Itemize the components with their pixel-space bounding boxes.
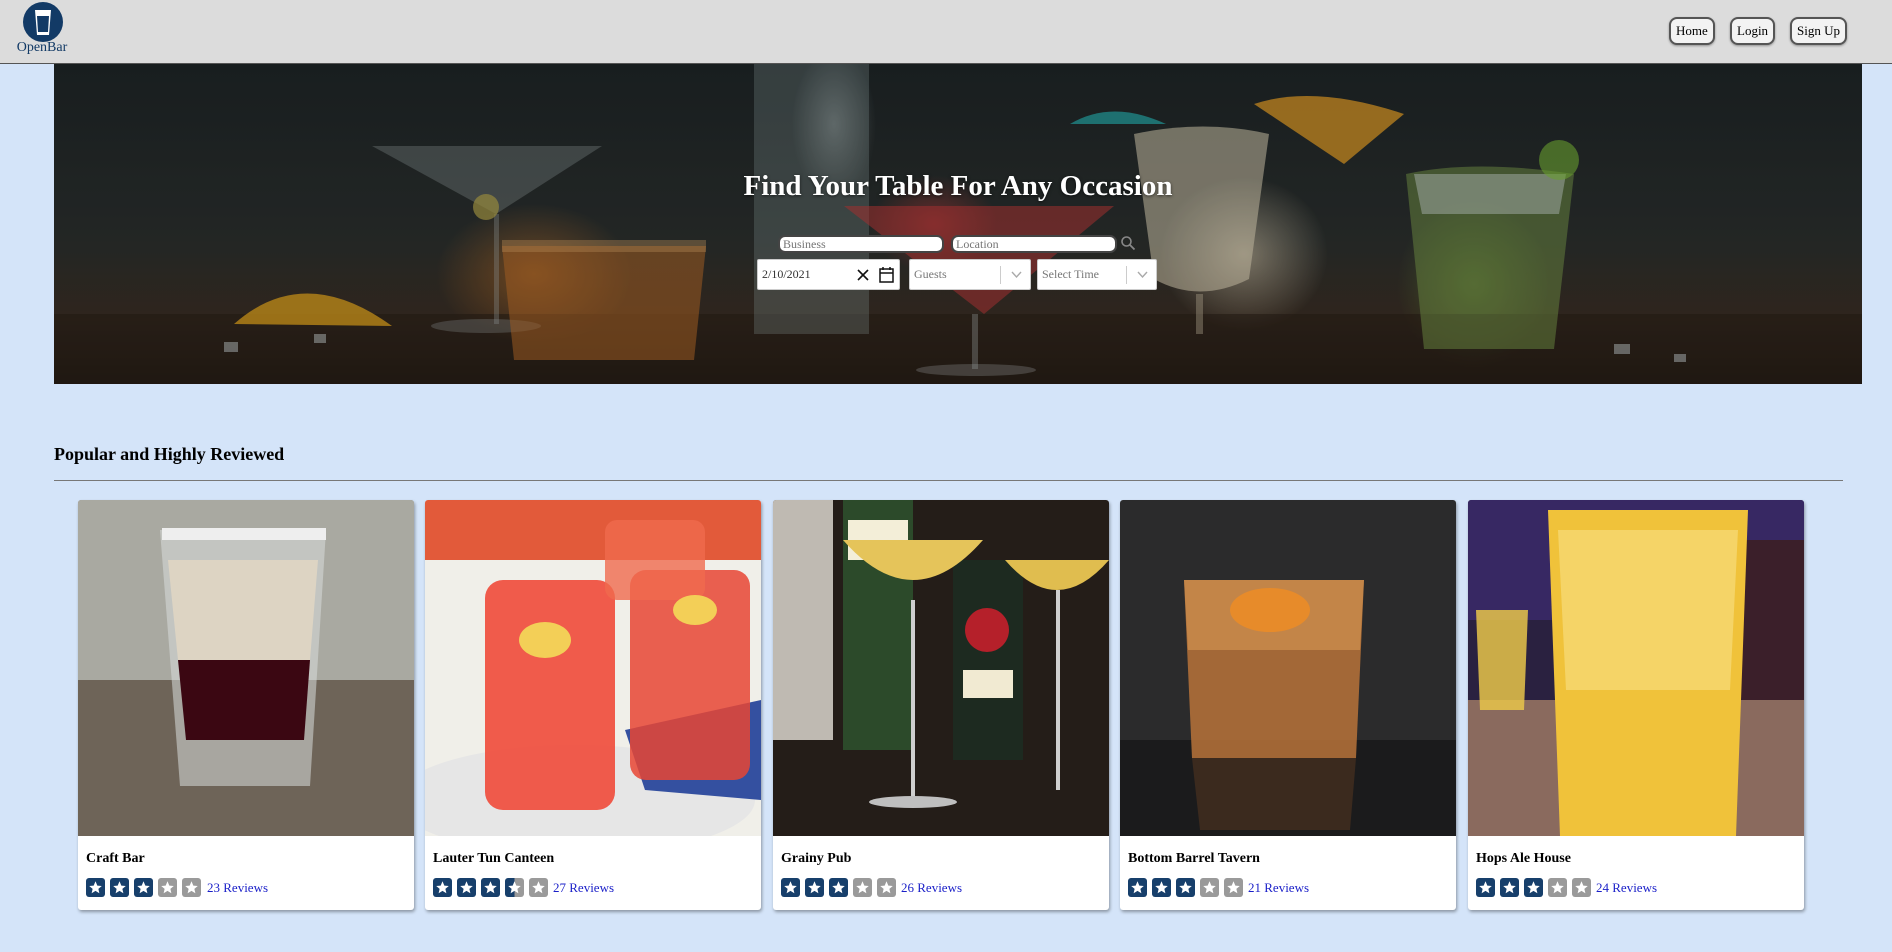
calendar-icon[interactable] — [879, 267, 894, 283]
star-empty-icon — [853, 878, 872, 897]
reviews-link[interactable]: 23 Reviews — [207, 880, 268, 896]
star-empty-icon — [1548, 878, 1567, 897]
guests-select[interactable]: Guests — [909, 259, 1031, 290]
guests-placeholder: Guests — [914, 267, 947, 281]
star-empty-icon — [158, 878, 177, 897]
clear-date-icon[interactable] — [857, 269, 869, 281]
date-value: 2/10/2021 — [762, 267, 811, 281]
star-empty-icon — [529, 878, 548, 897]
star-filled-icon — [1128, 878, 1147, 897]
star-empty-icon — [1572, 878, 1591, 897]
business-input[interactable] — [778, 235, 944, 253]
star-filled-icon — [781, 878, 800, 897]
home-button[interactable]: Home — [1669, 17, 1715, 45]
section-divider — [54, 480, 1843, 481]
chevron-down-icon[interactable] — [1011, 271, 1022, 279]
signup-button[interactable]: Sign Up — [1790, 17, 1847, 45]
star-filled-icon — [481, 878, 500, 897]
time-placeholder: Select Time — [1042, 267, 1100, 281]
select-divider — [1126, 266, 1127, 284]
reviews-link[interactable]: 26 Reviews — [901, 880, 962, 896]
star-filled-icon — [134, 878, 153, 897]
chevron-down-icon[interactable] — [1137, 271, 1148, 279]
hero-banner: Find Your Table For Any Occasion 2/10/20… — [54, 64, 1862, 384]
bar-name[interactable]: Craft Bar — [86, 851, 145, 867]
bar-name[interactable]: Bottom Barrel Tavern — [1128, 851, 1260, 867]
bar-card[interactable]: Craft Bar 23 Reviews — [78, 500, 414, 910]
section-title: Popular and Highly Reviewed — [54, 444, 285, 464]
reviews-link[interactable]: 24 Reviews — [1596, 880, 1657, 896]
star-filled-icon — [457, 878, 476, 897]
star-filled-icon — [805, 878, 824, 897]
location-input[interactable] — [951, 235, 1117, 253]
star-empty-icon — [182, 878, 201, 897]
star-empty-icon — [1200, 878, 1219, 897]
bar-photo[interactable] — [78, 500, 414, 836]
bar-name[interactable]: Grainy Pub — [781, 851, 851, 867]
star-filled-icon — [1524, 878, 1543, 897]
beer-glass-icon — [23, 2, 63, 42]
bar-photo[interactable] — [773, 500, 1109, 836]
login-button[interactable]: Login — [1730, 17, 1776, 45]
star-filled-icon — [86, 878, 105, 897]
date-picker[interactable]: 2/10/2021 — [757, 259, 900, 290]
star-filled-icon — [433, 878, 452, 897]
bar-card[interactable]: Hops Ale House 24 Reviews — [1468, 500, 1804, 910]
star-empty-icon — [1224, 878, 1243, 897]
star-empty-icon — [877, 878, 896, 897]
bar-name[interactable]: Lauter Tun Canteen — [433, 851, 554, 867]
navbar: OpenBar Home Login Sign Up — [0, 0, 1892, 64]
star-filled-icon — [1500, 878, 1519, 897]
select-divider — [1000, 266, 1001, 284]
brand-name: OpenBar — [16, 40, 68, 55]
bar-photo[interactable] — [1468, 500, 1804, 836]
brand-logo[interactable]: OpenBar — [14, 2, 70, 58]
cocktails-background-image — [54, 64, 1862, 384]
time-select[interactable]: Select Time — [1037, 259, 1157, 290]
reviews-link[interactable]: 21 Reviews — [1248, 880, 1309, 896]
bar-card[interactable]: Bottom Barrel Tavern 21 Reviews — [1120, 500, 1456, 910]
bar-photo[interactable] — [425, 500, 761, 836]
star-half-icon — [505, 878, 524, 897]
hero-title: Find Your Table For Any Occasion — [743, 170, 1173, 202]
bar-photo[interactable] — [1120, 500, 1456, 836]
star-filled-icon — [1176, 878, 1195, 897]
star-filled-icon — [110, 878, 129, 897]
reviews-link[interactable]: 27 Reviews — [553, 880, 614, 896]
bar-card[interactable]: Lauter Tun Canteen 27 Reviews — [425, 500, 761, 910]
star-filled-icon — [1476, 878, 1495, 897]
star-filled-icon — [1152, 878, 1171, 897]
search-icon[interactable] — [1120, 235, 1136, 251]
bar-name[interactable]: Hops Ale House — [1476, 851, 1571, 867]
bar-card[interactable]: Grainy Pub 26 Reviews — [773, 500, 1109, 910]
star-filled-icon — [829, 878, 848, 897]
